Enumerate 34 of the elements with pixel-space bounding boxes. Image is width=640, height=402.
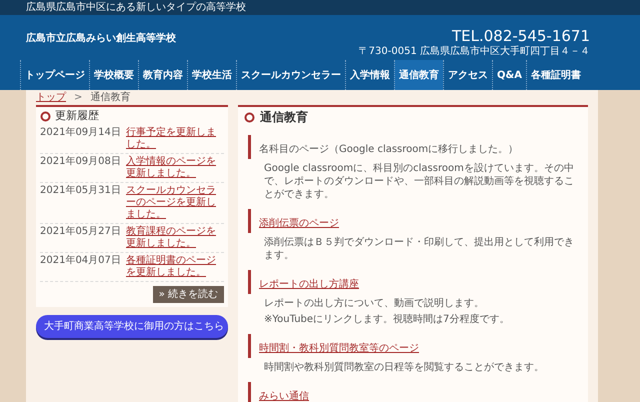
update-date: 2021年09月14日: [40, 127, 122, 140]
update-date: 2021年04月07日: [40, 255, 122, 268]
section-link[interactable]: レポートの出し方講座: [259, 279, 359, 290]
section-description: Google classroomに、科目別のclassroomを設けています。その中で、レポートのダウンロードや、一部科目の解説動画等を視聴することができます。: [263, 162, 575, 202]
update-link[interactable]: 各種証明書のページを更新しました。: [126, 255, 224, 280]
update-link[interactable]: 行事予定を更新しました。: [126, 127, 224, 152]
section-link[interactable]: 時間割・教科別質問教室等のページ: [259, 343, 419, 354]
breadcrumb-separator: >: [74, 91, 82, 106]
content-title: 通信教育: [260, 109, 308, 126]
update-date: 2021年09月08日: [40, 156, 122, 170]
update-link[interactable]: スクールカウンセラーのページを更新しました。: [126, 185, 224, 222]
section-description: 時間割や教科別質問教室の日程等を閲覧することができます。: [263, 361, 545, 374]
read-more-button[interactable]: » 続きを読む: [152, 286, 224, 304]
update-link[interactable]: 教育課程のページを更新しました。: [126, 226, 224, 250]
circle-icon: [40, 110, 51, 122]
breadcrumb-link[interactable]: トップ: [36, 90, 66, 106]
phone-number: TEL.082-545-1671: [452, 27, 590, 46]
update-date: 2021年05月31日: [40, 185, 122, 198]
section-description: レポートの出し方について、動画で説明します。: [263, 297, 485, 310]
panel-title: 更新履歴: [55, 108, 99, 124]
section-link[interactable]: みらい通信: [259, 391, 309, 402]
update-date: 2021年05月27日: [40, 226, 122, 240]
banner-button[interactable]: 大手町商業高等学校に御用の方はこちら: [36, 315, 228, 338]
circle-icon: [244, 112, 255, 123]
section-description: 添削伝票はＢ５判でダウンロード・印刷して、提出用として利用できます。: [263, 236, 575, 262]
update-link[interactable]: 入学情報のページを更新しました。: [126, 156, 224, 180]
address: 〒730-0051 広島県広島市中区大手町四丁目４－４: [358, 46, 590, 58]
section-link[interactable]: 添削伝票のページ: [259, 218, 339, 230]
school-name: 広島市立広島みらい創生高等学校: [26, 31, 176, 46]
breadcrumb-current: 通信教育: [90, 90, 130, 106]
section-heading: 名科目のページ（Google classroomに移行しました。）: [259, 144, 518, 156]
section-description: ※YouTubeにリンクします。視聴時間は7分程度です。: [263, 313, 510, 326]
nav-tab[interactable]: 通信教育: [394, 60, 443, 90]
tagline: 広島県広島市中区にある新しいタイプの高等学校: [26, 0, 246, 15]
